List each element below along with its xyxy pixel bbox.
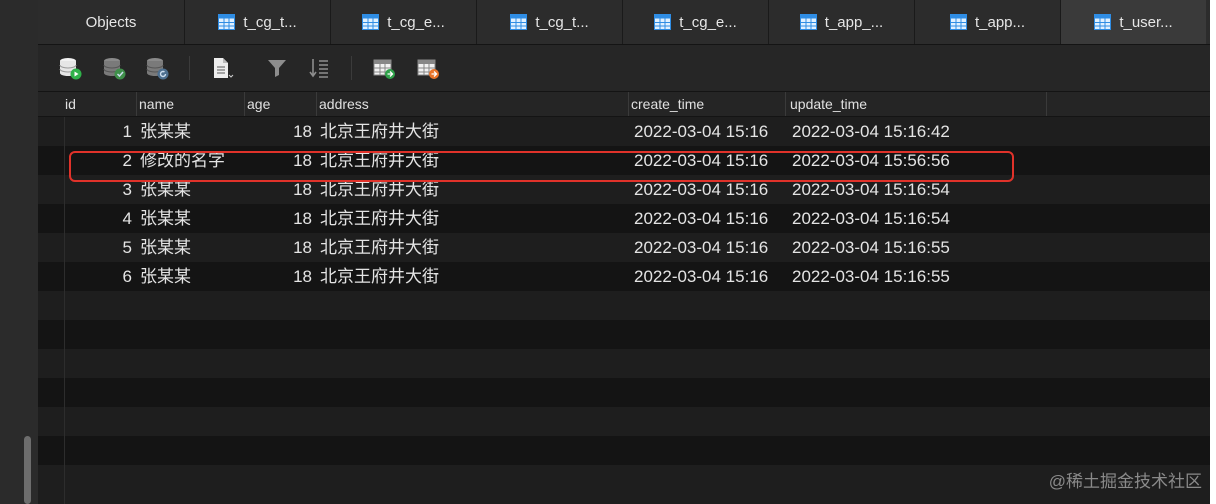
table-row[interactable]: 5 张某某 18 北京王府井大街 2022-03-04 15:16 2022-0… [38,233,1210,262]
cell-update-time[interactable]: 2022-03-04 15:16:55 [792,233,1032,262]
tab-table-active[interactable]: t_user... [1060,0,1206,44]
empty-row [38,349,1210,378]
table-icon [362,14,380,30]
column-header-address[interactable]: address [313,92,629,116]
cell-id[interactable]: 2 [72,146,132,175]
cell-address[interactable]: 北京王府井大街 [320,233,620,262]
table-icon [799,14,817,30]
toolbar-separator [351,56,352,80]
tab-label: t_cg_e... [679,13,737,31]
cell-id[interactable]: 3 [72,175,132,204]
left-scrollbar-thumb[interactable] [24,436,31,504]
cell-id[interactable]: 6 [72,262,132,291]
tab-objects[interactable]: Objects [38,0,184,44]
tab-table[interactable]: t_cg_e... [622,0,768,44]
cell-create-time[interactable]: 2022-03-04 15:16 [634,204,790,233]
cell-create-time[interactable]: 2022-03-04 15:16 [634,117,790,146]
cell-update-time[interactable]: 2022-03-04 15:16:42 [792,117,1032,146]
commit-icon[interactable] [102,56,126,80]
cell-age[interactable]: 18 [248,233,312,262]
empty-row [38,436,1210,465]
empty-row [38,320,1210,349]
tab-label: Objects [85,13,137,31]
cell-name[interactable]: 张某某 [140,233,250,262]
import-icon[interactable] [372,56,396,80]
cell-name[interactable]: 张某某 [140,204,250,233]
empty-row [38,378,1210,407]
cell-update-time[interactable]: 2022-03-04 15:16:55 [792,262,1032,291]
table-row[interactable]: 2 修改的名字 18 北京王府井大街 2022-03-04 15:16 2022… [38,146,1210,175]
tab-table[interactable]: t_cg_t... [184,0,330,44]
tab-label: t_cg_t... [243,13,297,31]
table-row[interactable]: 4 张某某 18 北京王府井大街 2022-03-04 15:16 2022-0… [38,204,1210,233]
tab-bar: Objects t_cg_t... t_cg_e... t_cg_t... t_… [38,0,1210,45]
cell-address[interactable]: 北京王府井大街 [320,204,620,233]
cell-name[interactable]: 修改的名字 [140,146,250,175]
table-header: id name age address create_time update_t… [38,92,1210,117]
left-sidebar-edge [0,0,39,504]
empty-row [38,407,1210,436]
cell-name[interactable]: 张某某 [140,175,250,204]
sort-icon[interactable] [307,56,331,80]
cell-id[interactable]: 5 [72,233,132,262]
cell-name[interactable]: 张某某 [140,117,250,146]
column-header-age[interactable]: age [241,92,317,116]
cell-name[interactable]: 张某某 [140,262,250,291]
tab-label: t_app_... [824,13,884,31]
toolbar [38,45,1210,92]
cell-id[interactable]: 1 [72,117,132,146]
cell-address[interactable]: 北京王府井大街 [320,146,620,175]
tab-label: t_user... [1119,13,1173,31]
tab-label: t_cg_e... [387,13,445,31]
tab-table[interactable]: t_app_... [768,0,914,44]
cell-age[interactable]: 18 [248,204,312,233]
begin-transaction-icon[interactable] [58,56,82,80]
cell-update-time[interactable]: 2022-03-04 15:56:56 [792,146,1032,175]
table-icon [1094,14,1112,30]
cell-create-time[interactable]: 2022-03-04 15:16 [634,262,790,291]
cell-age[interactable]: 18 [248,262,312,291]
table-row[interactable]: 3 张某某 18 北京王府井大街 2022-03-04 15:16 2022-0… [38,175,1210,204]
table-icon [654,14,672,30]
tab-table[interactable]: t_cg_e... [330,0,476,44]
column-header-create-time[interactable]: create_time [625,92,786,116]
tab-label: t_cg_t... [535,13,589,31]
cell-create-time[interactable]: 2022-03-04 15:16 [634,175,790,204]
tab-table[interactable]: t_app... [914,0,1060,44]
table-icon [949,14,967,30]
column-header-id[interactable]: id [59,92,137,116]
cell-id[interactable]: 4 [72,204,132,233]
cell-update-time[interactable]: 2022-03-04 15:16:54 [792,175,1032,204]
cell-age[interactable]: 18 [248,175,312,204]
cell-create-time[interactable]: 2022-03-04 15:16 [634,233,790,262]
cell-address[interactable]: 北京王府井大街 [320,175,620,204]
column-header-update-time[interactable]: update_time [784,92,1047,116]
cell-age[interactable]: 18 [248,146,312,175]
filter-icon[interactable] [265,56,289,80]
table-icon [510,14,528,30]
tab-table[interactable]: t_cg_t... [476,0,622,44]
column-header-name[interactable]: name [133,92,245,116]
empty-row [38,291,1210,320]
tab-label: t_app... [974,13,1026,31]
cell-create-time[interactable]: 2022-03-04 15:16 [634,146,790,175]
table-row[interactable]: 1 张某某 18 北京王府井大街 2022-03-04 15:16 2022-0… [38,117,1210,146]
rollback-icon[interactable] [145,56,169,80]
watermark: @稀土掘金技术社区 [1048,472,1202,491]
cell-update-time[interactable]: 2022-03-04 15:16:54 [792,204,1032,233]
cell-address[interactable]: 北京王府井大街 [320,117,620,146]
toolbar-separator [189,56,190,80]
data-grid: 1 张某某 18 北京王府井大街 2022-03-04 15:16 2022-0… [38,117,1210,504]
table-icon [218,14,236,30]
cell-age[interactable]: 18 [248,117,312,146]
text-view-icon[interactable] [210,56,234,80]
cell-address[interactable]: 北京王府井大街 [320,262,620,291]
column-divider [64,117,65,504]
table-row[interactable]: 6 张某某 18 北京王府井大街 2022-03-04 15:16 2022-0… [38,262,1210,291]
empty-row [38,465,1210,504]
export-icon[interactable] [416,56,440,80]
